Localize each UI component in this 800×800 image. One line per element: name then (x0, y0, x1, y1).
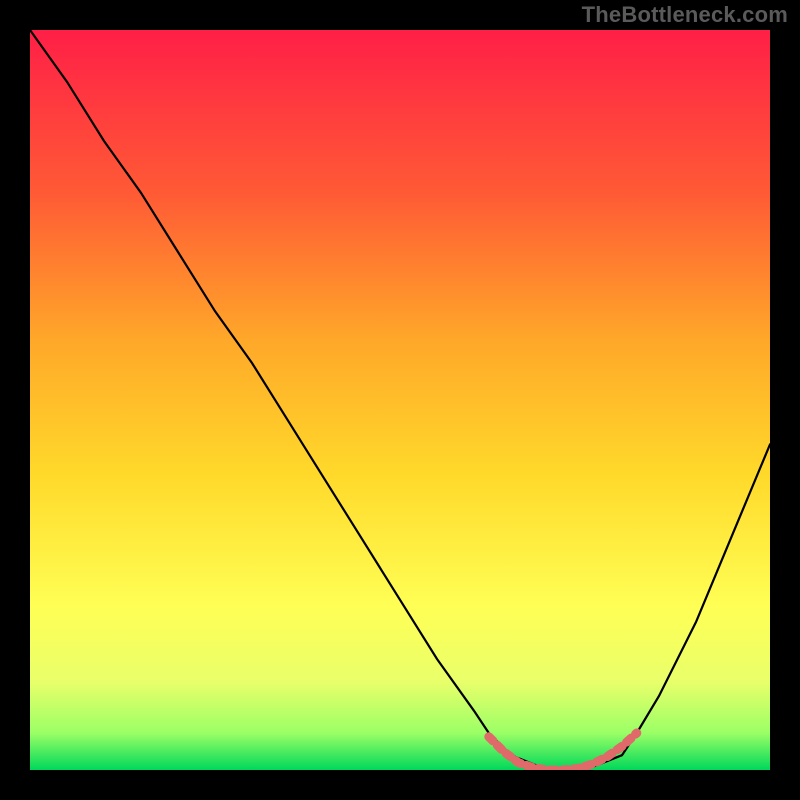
watermark-text: TheBottleneck.com (582, 2, 788, 28)
bottleneck-chart (30, 30, 770, 770)
chart-frame: TheBottleneck.com (0, 0, 800, 800)
gradient-bg (30, 30, 770, 770)
